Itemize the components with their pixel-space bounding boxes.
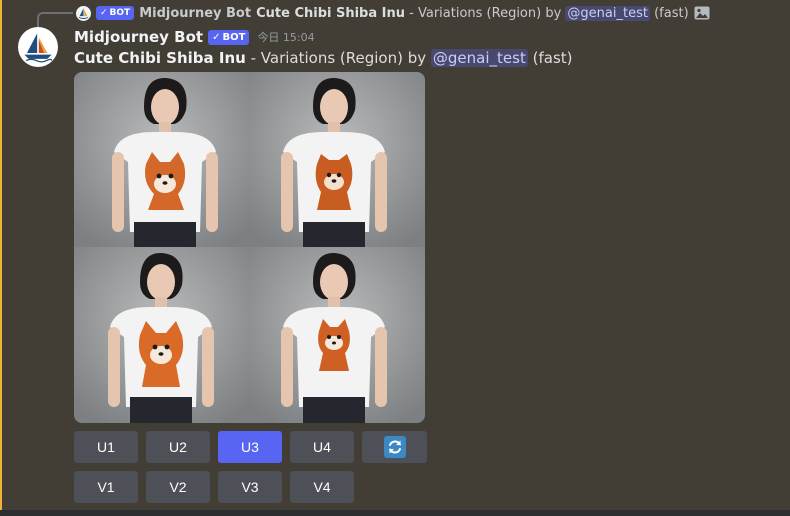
u3-button[interactable]: U3 — [218, 431, 282, 463]
avatar[interactable] — [18, 27, 58, 67]
username[interactable]: Midjourney Bot — [74, 28, 203, 46]
reroll-button[interactable] — [362, 431, 427, 463]
reply-mention[interactable]: @genai_test — [565, 5, 650, 21]
u2-button[interactable]: U2 — [146, 431, 210, 463]
sailboat-icon — [24, 33, 53, 63]
v3-button[interactable]: V3 — [218, 471, 282, 503]
v4-button[interactable]: V4 — [290, 471, 354, 503]
reply-preview[interactable]: ✓ BOT Midjourney Bot Cute Chibi Shiba In… — [76, 4, 710, 22]
image-icon — [694, 6, 710, 20]
reply-author[interactable]: Midjourney Bot — [139, 6, 251, 21]
u4-button[interactable]: U4 — [290, 431, 354, 463]
message-content: Cute Chibi Shiba Inu - Variations (Regio… — [74, 48, 573, 68]
reply-prompt: Cute Chibi Shiba Inu — [256, 5, 406, 21]
speed-label: (fast) — [532, 49, 573, 67]
bot-badge: ✓ BOT — [208, 29, 250, 45]
grid-image-1[interactable] — [74, 72, 249, 247]
timestamp[interactable]: 今日 15:04 — [257, 29, 314, 45]
prompt-suffix: - Variations (Region) by — [245, 49, 431, 67]
reply-content[interactable]: Cute Chibi Shiba Inu - Variations (Regio… — [256, 5, 689, 21]
v1-button[interactable]: V1 — [74, 471, 138, 503]
grid-image-2[interactable] — [249, 72, 425, 247]
message-header: Midjourney Bot ✓ BOT 今日 15:04 — [74, 27, 315, 47]
refresh-icon — [383, 436, 406, 458]
user-mention[interactable]: @genai_test — [430, 49, 528, 67]
bottom-divider — [0, 510, 790, 516]
upscale-button-row: U1 U2 U3 U4 — [74, 431, 427, 463]
reply-bot-badge: ✓ BOT — [96, 6, 135, 20]
u1-button[interactable]: U1 — [74, 431, 138, 463]
verified-check-icon: ✓ — [212, 31, 221, 43]
grid-image-4[interactable] — [249, 247, 425, 423]
image-grid[interactable] — [74, 72, 425, 423]
reply-suffix: - Variations (Region) by — [405, 5, 566, 21]
check-icon: ✓ — [100, 8, 108, 18]
reply-speed: (fast) — [654, 5, 689, 21]
v2-button[interactable]: V2 — [146, 471, 210, 503]
prompt-text: Cute Chibi Shiba Inu — [74, 49, 246, 67]
highlight-bar — [0, 0, 2, 510]
reply-avatar[interactable] — [76, 5, 91, 21]
variation-button-row: V1 V2 V3 V4 — [74, 471, 354, 503]
grid-image-3[interactable] — [74, 247, 249, 423]
